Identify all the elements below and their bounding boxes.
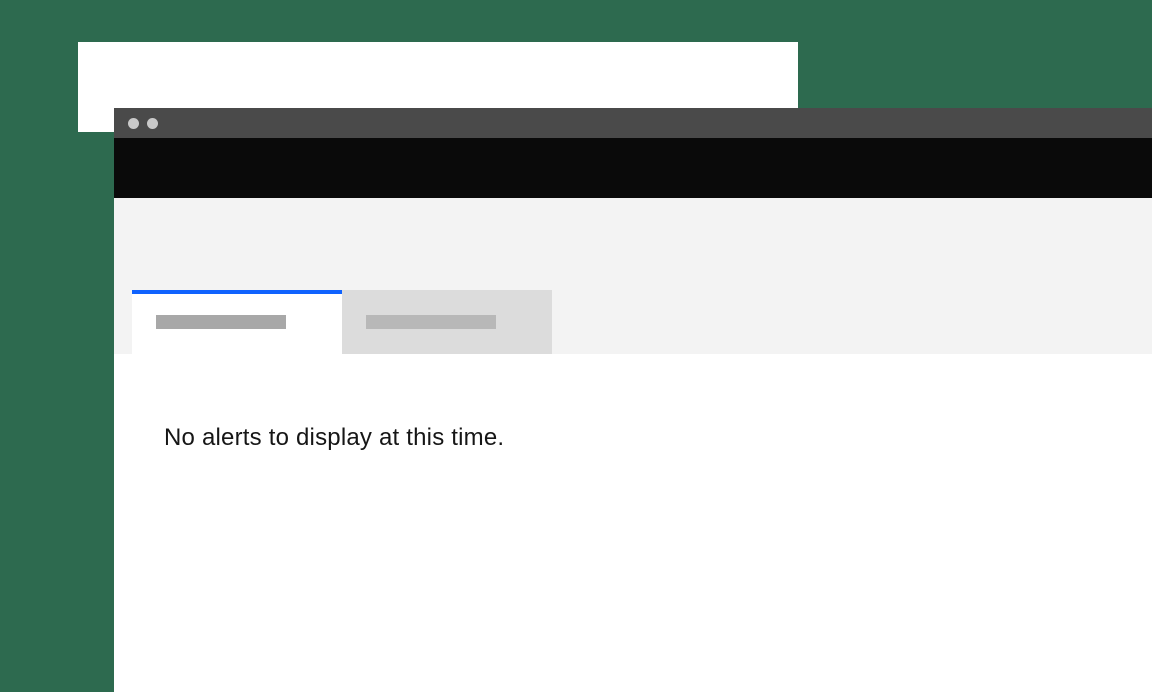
tab-active[interactable] — [132, 290, 342, 354]
content-area: No alerts to display at this time. — [114, 354, 1152, 692]
tab-inactive-label — [366, 315, 496, 329]
subheader-region — [114, 198, 1152, 354]
window-control-minimize[interactable] — [147, 118, 158, 129]
window-titlebar — [114, 108, 1152, 138]
app-header — [114, 138, 1152, 198]
tab-list — [114, 290, 1152, 354]
empty-state-message: No alerts to display at this time. — [164, 424, 1102, 452]
tab-active-label — [156, 315, 286, 329]
tab-inactive[interactable] — [342, 290, 552, 354]
window-control-close[interactable] — [128, 118, 139, 129]
browser-window: No alerts to display at this time. — [114, 108, 1152, 692]
subheader-spacer — [114, 198, 1152, 290]
